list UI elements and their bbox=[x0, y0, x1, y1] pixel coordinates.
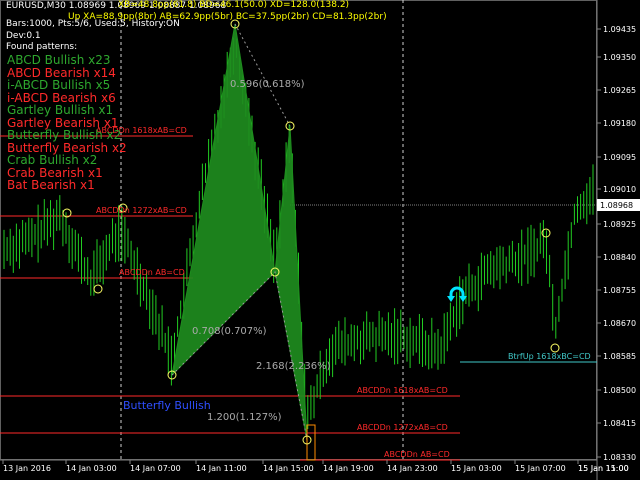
time-tick-label: 14 Jan 03:00 bbox=[66, 464, 117, 473]
time-tick-label: 15 Jan 03:00 bbox=[451, 464, 502, 473]
time-tick-label: 15 Jan 07:00 bbox=[515, 464, 566, 473]
time-tick-label: 14 Jan 11:00 bbox=[196, 464, 247, 473]
level-label: BtrfUp 1618xBC=CD bbox=[508, 352, 591, 361]
pattern-name-label: Butterfly Bullish bbox=[123, 399, 211, 412]
bars-info: Bars:1000, Pts:5/6, Used:5, History:ON bbox=[6, 19, 180, 29]
price-tick-label: 1.08670 bbox=[603, 319, 636, 328]
pattern-triangle-bcd bbox=[274, 125, 308, 441]
current-price-value: 1.08968 bbox=[600, 201, 633, 210]
pattern-list-item: Bat Bearish x1 bbox=[7, 178, 95, 192]
time-tick-label: 14 Jan 19:00 bbox=[323, 464, 374, 473]
price-tick-label: 1.08925 bbox=[603, 220, 636, 229]
price-tick-label: 1.09265 bbox=[603, 86, 636, 95]
dev-info: Dev:0.1 bbox=[6, 31, 41, 41]
level-label: ABCDDn 1272xAB=CD bbox=[357, 423, 448, 432]
price-tick-label: 1.08755 bbox=[603, 286, 636, 295]
time-tick-label: 14 Jan 07:00 bbox=[130, 464, 181, 473]
time-tick-label: 14 Jan 23:00 bbox=[387, 464, 438, 473]
price-tick-label: 1.09010 bbox=[603, 185, 636, 194]
time-tick-label: 14 Jan 15:00 bbox=[263, 464, 314, 473]
level-label: ABCDDn 1618xAB=CD bbox=[357, 386, 448, 395]
ratio-label: 2.168(2.236%) bbox=[256, 361, 331, 372]
price-tick-label: 1.09350 bbox=[603, 53, 636, 62]
price-tick-label: 1.09180 bbox=[603, 119, 636, 128]
price-tick-label: 1.08330 bbox=[603, 453, 636, 462]
price-tick-label: 1.08415 bbox=[603, 419, 636, 428]
pivot-point[interactable] bbox=[550, 343, 560, 353]
symbol-label: EURUSD,M30 bbox=[6, 1, 66, 11]
time-axis: 13 Jan 2016 14 Jan 03:00 14 Jan 07:00 14 Ja… bbox=[2, 460, 629, 473]
price-tick-label: 1.09095 bbox=[603, 153, 636, 162]
ratio-label: 1.200(1.127%) bbox=[207, 412, 282, 423]
pivot-point[interactable] bbox=[93, 284, 103, 294]
found-patterns-heading: Found patterns: bbox=[6, 42, 78, 52]
level-label: ABCDDn AB=CD bbox=[119, 268, 185, 277]
price-axis: 1.09435 1.09350 1.09265 1.09180 1.09095 1.090… bbox=[597, 25, 636, 462]
harmonic-stats-line1: XB=48.8pp(61.8) BD=46.1(50.0) XD=128.0(1… bbox=[118, 0, 350, 10]
level-label: ABCDDn 1272xAB=CD bbox=[96, 206, 187, 215]
time-tick-label: 13 Jan 2016 bbox=[3, 464, 51, 473]
price-tick-label: 1.08585 bbox=[603, 352, 636, 361]
price-tick-label: 1.09435 bbox=[603, 25, 636, 34]
price-tick-label: 1.08840 bbox=[603, 253, 636, 262]
ratio-label: 0.708(0.707%) bbox=[192, 326, 267, 337]
level-label: ABCDDn AB=CD bbox=[384, 450, 450, 459]
target-box bbox=[306, 424, 316, 461]
pattern-triangle-xab bbox=[171, 23, 276, 377]
time-tick-label: 15 Jan 15:00 bbox=[578, 464, 629, 473]
price-tick-label: 1.08500 bbox=[603, 386, 636, 395]
ratio-label: 0.596(0.618%) bbox=[230, 79, 305, 90]
